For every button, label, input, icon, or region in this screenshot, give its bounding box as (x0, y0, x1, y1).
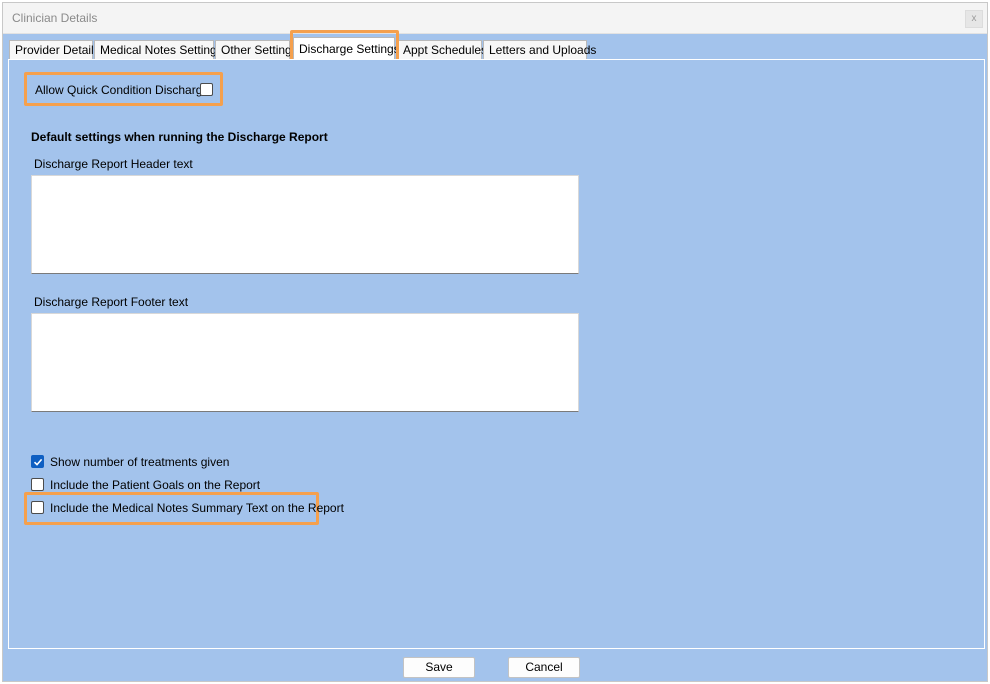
patient-goals-label: Include the Patient Goals on the Report (50, 478, 261, 492)
tab-medical-notes-settings[interactable]: Medical Notes Settings (94, 40, 223, 61)
tab-provider-details[interactable]: Provider Details (9, 40, 100, 61)
show-treatments-label: Show number of treatments given (50, 455, 230, 469)
section-heading: Default settings when running the Discha… (31, 130, 328, 144)
window-title: Clinician Details (12, 11, 98, 25)
footer-text-label: Discharge Report Footer text (34, 295, 189, 309)
quick-condition-discharge-checkbox[interactable] (200, 83, 213, 96)
title-bar: Clinician Details x (3, 3, 987, 34)
medical-notes-summary-label: Include the Medical Notes Summary Text o… (50, 501, 344, 515)
tab-other-settings[interactable]: Other Settings (215, 40, 298, 61)
show-treatments-checkbox[interactable] (31, 455, 44, 468)
save-button[interactable]: Save (403, 657, 475, 678)
medical-notes-summary-checkbox[interactable] (31, 501, 44, 514)
checkmark-icon (33, 458, 43, 466)
tab-letters-and-uploads[interactable]: Letters and Uploads (483, 40, 596, 61)
tab-appt-schedules[interactable]: Appt Schedules (397, 40, 487, 61)
quick-condition-discharge-label: Allow Quick Condition Discharge (35, 83, 210, 97)
discharge-settings-panel: Allow Quick Condition Discharge Default … (8, 59, 985, 649)
header-text-input[interactable] (31, 175, 579, 274)
footer-text-input[interactable] (31, 313, 579, 412)
close-button[interactable]: x (965, 10, 983, 28)
patient-goals-checkbox[interactable] (31, 478, 44, 491)
cancel-button[interactable]: Cancel (508, 657, 580, 678)
header-text-label: Discharge Report Header text (34, 157, 193, 171)
clinician-details-window: Clinician Details x Provider Details Med… (2, 2, 988, 682)
